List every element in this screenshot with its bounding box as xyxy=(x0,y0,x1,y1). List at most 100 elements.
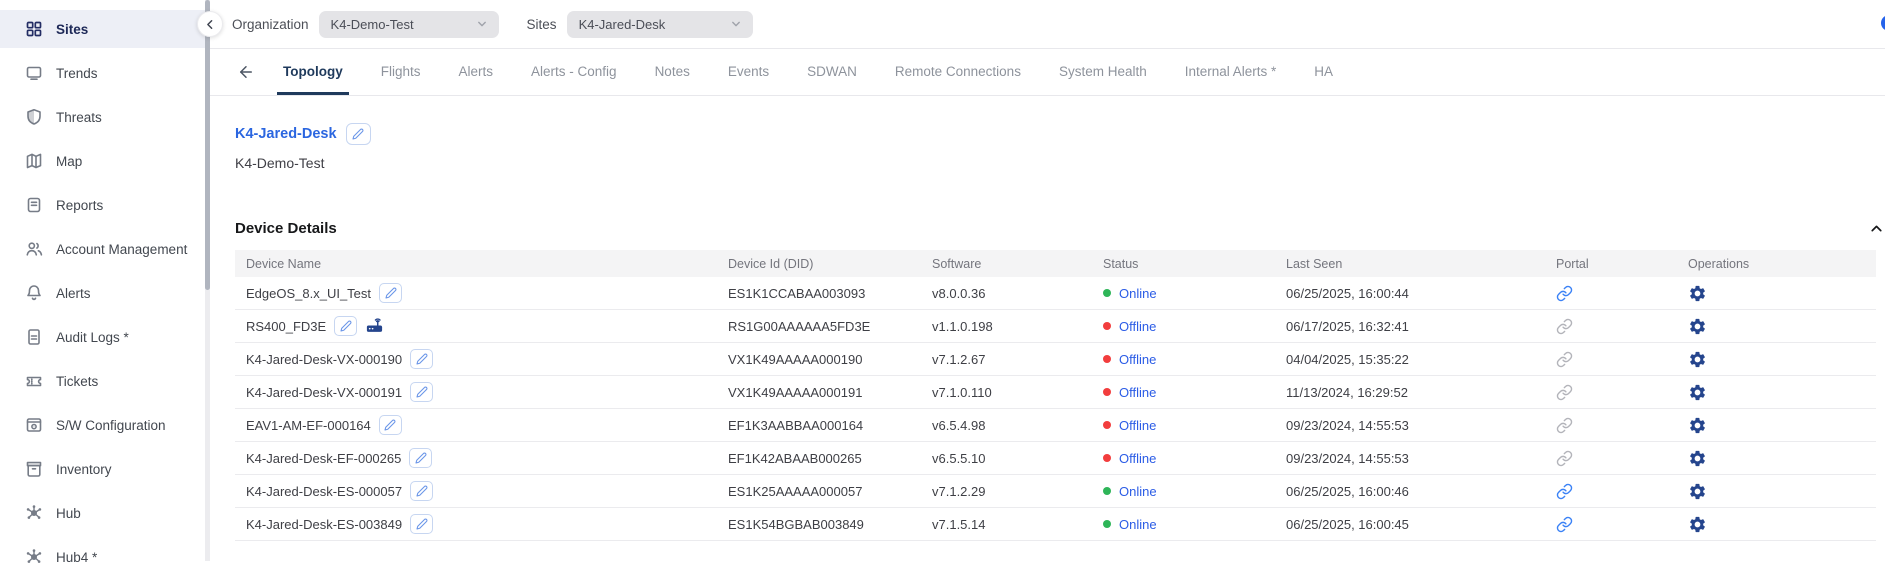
portal-link-icon[interactable] xyxy=(1556,285,1573,302)
topbar: Organization K4-Demo-Test Sites K4-Jared… xyxy=(210,0,1885,49)
operations-gear-icon[interactable] xyxy=(1688,416,1707,435)
sidebar-item-trends[interactable]: Trends xyxy=(0,54,205,92)
sidebar-item-s-w-configuration[interactable]: S/W Configuration xyxy=(0,406,205,444)
operations-cell xyxy=(1688,482,1876,501)
edit-device-name-button[interactable] xyxy=(334,316,357,336)
chevron-down-icon xyxy=(474,16,490,32)
sidebar-item-label: S/W Configuration xyxy=(56,418,166,433)
grid-icon xyxy=(25,20,43,38)
avatar[interactable] xyxy=(1881,15,1885,31)
portal-link-icon[interactable] xyxy=(1556,450,1573,467)
edit-site-name-button[interactable] xyxy=(346,123,371,145)
tab-flights[interactable]: Flights xyxy=(375,49,427,95)
tab-system-health[interactable]: System Health xyxy=(1053,49,1153,95)
device-name: EdgeOS_8.x_UI_Test xyxy=(246,286,371,301)
sidebar-item-inventory[interactable]: Inventory xyxy=(0,450,205,488)
portal-link-icon[interactable] xyxy=(1556,384,1573,401)
portal-link-icon[interactable] xyxy=(1556,516,1573,533)
status-label[interactable]: Offline xyxy=(1119,418,1156,433)
portal-cell xyxy=(1556,450,1688,467)
operations-gear-icon[interactable] xyxy=(1688,515,1707,534)
sidebar-item-reports[interactable]: Reports xyxy=(0,186,205,224)
operations-gear-icon[interactable] xyxy=(1688,284,1707,303)
portal-cell xyxy=(1556,417,1688,434)
status-dot xyxy=(1103,355,1111,363)
device-last-seen: 06/25/2025, 16:00:46 xyxy=(1286,484,1556,499)
edit-device-name-button[interactable] xyxy=(379,283,402,303)
sidebar-item-threats[interactable]: Threats xyxy=(0,98,205,136)
sidebar-collapse-button[interactable] xyxy=(197,11,223,37)
edit-device-name-button[interactable] xyxy=(409,448,432,468)
column-header: Device Name xyxy=(246,257,728,271)
column-header: Portal xyxy=(1556,257,1688,271)
edit-device-name-button[interactable] xyxy=(410,481,433,501)
device-last-seen: 09/23/2024, 14:55:53 xyxy=(1286,451,1556,466)
sidebar-item-label: Tickets xyxy=(56,374,98,389)
device-software: v7.1.5.14 xyxy=(932,517,1103,532)
hub-icon xyxy=(25,504,43,522)
tab-alerts[interactable]: Alerts xyxy=(453,49,500,95)
device-id: VX1K49AAAAA000190 xyxy=(728,352,932,367)
column-header: Software xyxy=(932,257,1103,271)
status-label[interactable]: Offline xyxy=(1119,451,1156,466)
tab-notes[interactable]: Notes xyxy=(649,49,696,95)
edit-device-name-button[interactable] xyxy=(410,514,433,534)
portal-cell xyxy=(1556,318,1688,335)
portal-link-icon[interactable] xyxy=(1556,318,1573,335)
table-row: K4-Jared-Desk-VX-000190 VX1K49AAAAA00019… xyxy=(235,343,1876,376)
column-header: Status xyxy=(1103,257,1286,271)
portal-link-icon[interactable] xyxy=(1556,483,1573,500)
back-button[interactable] xyxy=(237,63,255,81)
status-label[interactable]: Online xyxy=(1119,484,1157,499)
portal-link-icon[interactable] xyxy=(1556,417,1573,434)
chevron-down-icon xyxy=(728,16,744,32)
tab-internal-alerts[interactable]: Internal Alerts * xyxy=(1179,49,1283,95)
operations-gear-icon[interactable] xyxy=(1688,317,1707,336)
edit-device-name-button[interactable] xyxy=(410,382,433,402)
tab-topology[interactable]: Topology xyxy=(277,49,349,95)
status-label[interactable]: Offline xyxy=(1119,319,1156,334)
sidebar-item-account-management[interactable]: Account Management xyxy=(0,230,205,268)
sidebar-item-tickets[interactable]: Tickets xyxy=(0,362,205,400)
edit-device-name-button[interactable] xyxy=(410,349,433,369)
device-name: K4-Jared-Desk-VX-000191 xyxy=(246,385,402,400)
tab-events[interactable]: Events xyxy=(722,49,775,95)
sidebar-item-sites[interactable]: Sites xyxy=(0,10,205,48)
tab-ha[interactable]: HA xyxy=(1308,49,1339,95)
organization-select[interactable]: K4-Demo-Test xyxy=(319,11,499,38)
portal-link-icon[interactable] xyxy=(1556,351,1573,368)
device-name: RS400_FD3E xyxy=(246,319,326,334)
sidebar-item-map[interactable]: Map xyxy=(0,142,205,180)
sidebar-item-audit-logs[interactable]: Audit Logs * xyxy=(0,318,205,356)
portal-cell xyxy=(1556,384,1688,401)
status-label[interactable]: Offline xyxy=(1119,385,1156,400)
device-name-cell: EAV1-AM-EF-000164 xyxy=(246,415,728,435)
device-id: EF1K3AABBAA000164 xyxy=(728,418,932,433)
box-icon xyxy=(25,460,43,478)
operations-gear-icon[interactable] xyxy=(1688,350,1707,369)
site-title-row: K4-Jared-Desk xyxy=(235,123,1885,145)
device-name-cell: EdgeOS_8.x_UI_Test xyxy=(246,283,728,303)
sidebar-item-hub4[interactable]: Hub4 * xyxy=(0,538,205,576)
portal-cell xyxy=(1556,351,1688,368)
tab-alerts-config[interactable]: Alerts - Config xyxy=(525,49,623,95)
sites-select[interactable]: K4-Jared-Desk xyxy=(567,11,753,38)
device-name-cell: K4-Jared-Desk-VX-000190 xyxy=(246,349,728,369)
operations-gear-icon[interactable] xyxy=(1688,383,1707,402)
operations-gear-icon[interactable] xyxy=(1688,449,1707,468)
sidebar-nav: Sites Trends Threats Map Reports Account Mana… xyxy=(0,0,210,576)
section-collapse-button[interactable] xyxy=(1868,220,1885,237)
device-name-cell: K4-Jared-Desk-ES-000057 xyxy=(246,481,728,501)
status-dot xyxy=(1103,454,1111,462)
status-label[interactable]: Online xyxy=(1119,517,1157,532)
status-label[interactable]: Online xyxy=(1119,286,1157,301)
status-dot xyxy=(1103,322,1111,330)
sidebar-item-alerts[interactable]: Alerts xyxy=(0,274,205,312)
tab-sdwan[interactable]: SDWAN xyxy=(801,49,863,95)
status-label[interactable]: Offline xyxy=(1119,352,1156,367)
edit-device-name-button[interactable] xyxy=(379,415,402,435)
sidebar-item-hub[interactable]: Hub xyxy=(0,494,205,532)
tab-remote-connections[interactable]: Remote Connections xyxy=(889,49,1027,95)
page-title[interactable]: K4-Jared-Desk xyxy=(235,126,337,142)
operations-gear-icon[interactable] xyxy=(1688,482,1707,501)
